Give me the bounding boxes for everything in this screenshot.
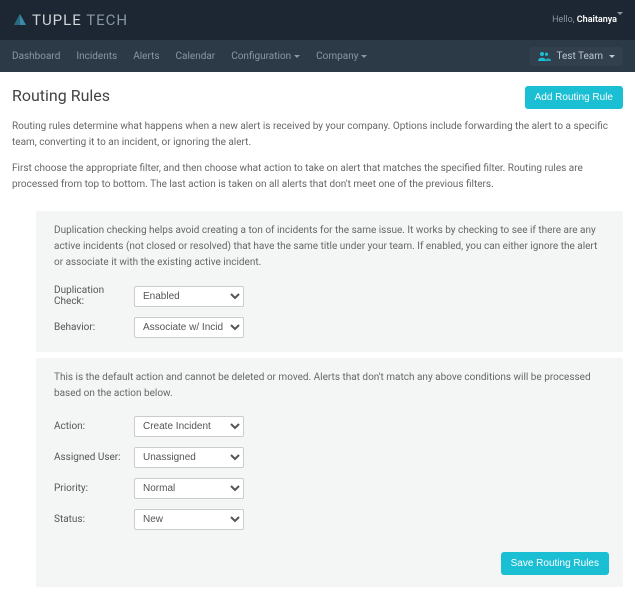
dup-check-select[interactable]: Enabled [134,286,244,307]
duplication-card: Duplication checking helps avoid creatin… [36,211,623,352]
nav-links: Dashboard Incidents Alerts Calendar Conf… [12,51,367,62]
rules-panel: Duplication checking helps avoid creatin… [36,211,623,587]
status-label: Status: [54,514,134,525]
action-label: Action: [54,421,134,432]
action-row: Action: Create Incident [54,416,605,437]
nav-calendar[interactable]: Calendar [176,51,216,62]
page-content: Routing Rules Add Routing Rule Routing r… [0,72,635,607]
navbar: Dashboard Incidents Alerts Calendar Conf… [0,40,635,72]
dup-check-row: Duplication Check: Enabled [54,285,605,307]
assigned-user-label: Assigned User: [54,452,134,463]
status-select[interactable]: New [134,509,244,530]
topbar: TUPLE TECH Hello, Chaitanya [0,0,635,40]
save-routing-rules-button[interactable]: Save Routing Rules [501,552,609,575]
chevron-down-icon [361,55,367,58]
nav-dashboard[interactable]: Dashboard [12,51,60,62]
team-name: Test Team [557,51,604,62]
dup-check-label: Duplication Check: [54,285,134,307]
chevron-down-icon [609,55,615,58]
priority-row: Priority: Normal [54,478,605,499]
chevron-down-icon [294,55,300,58]
status-row: Status: New [54,509,605,530]
duplication-description: Duplication checking helps avoid creatin… [54,223,605,271]
nav-incidents[interactable]: Incidents [76,51,117,62]
intro-paragraph-2: First choose the appropriate filter, and… [12,161,623,193]
logo-icon [12,12,28,28]
dup-behavior-row: Behavior: Associate w/ Incident [54,317,605,338]
page-header: Routing Rules Add Routing Rule [12,86,623,109]
default-action-card: This is the default action and cannot be… [36,358,623,587]
dup-behavior-label: Behavior: [54,322,134,333]
page-title: Routing Rules [12,86,110,105]
logo[interactable]: TUPLE TECH [12,11,128,29]
team-selector[interactable]: Test Team [529,47,624,66]
intro-paragraph-1: Routing rules determine what happens whe… [12,119,623,151]
people-icon [537,51,551,61]
default-description: This is the default action and cannot be… [54,370,605,402]
nav-company[interactable]: Company [316,51,367,62]
priority-label: Priority: [54,483,134,494]
save-row: Save Routing Rules [36,544,623,587]
assigned-user-select[interactable]: Unassigned [134,447,244,468]
priority-select[interactable]: Normal [134,478,244,499]
add-routing-rule-button[interactable]: Add Routing Rule [525,86,623,109]
action-select[interactable]: Create Incident [134,416,244,437]
user-greeting[interactable]: Hello, Chaitanya [552,15,623,25]
logo-text: TUPLE TECH [32,11,128,29]
nav-configuration[interactable]: Configuration [231,51,300,62]
dup-behavior-select[interactable]: Associate w/ Incident [134,317,244,338]
assigned-user-row: Assigned User: Unassigned [54,447,605,468]
nav-alerts[interactable]: Alerts [133,51,159,62]
chevron-down-icon [617,12,623,25]
